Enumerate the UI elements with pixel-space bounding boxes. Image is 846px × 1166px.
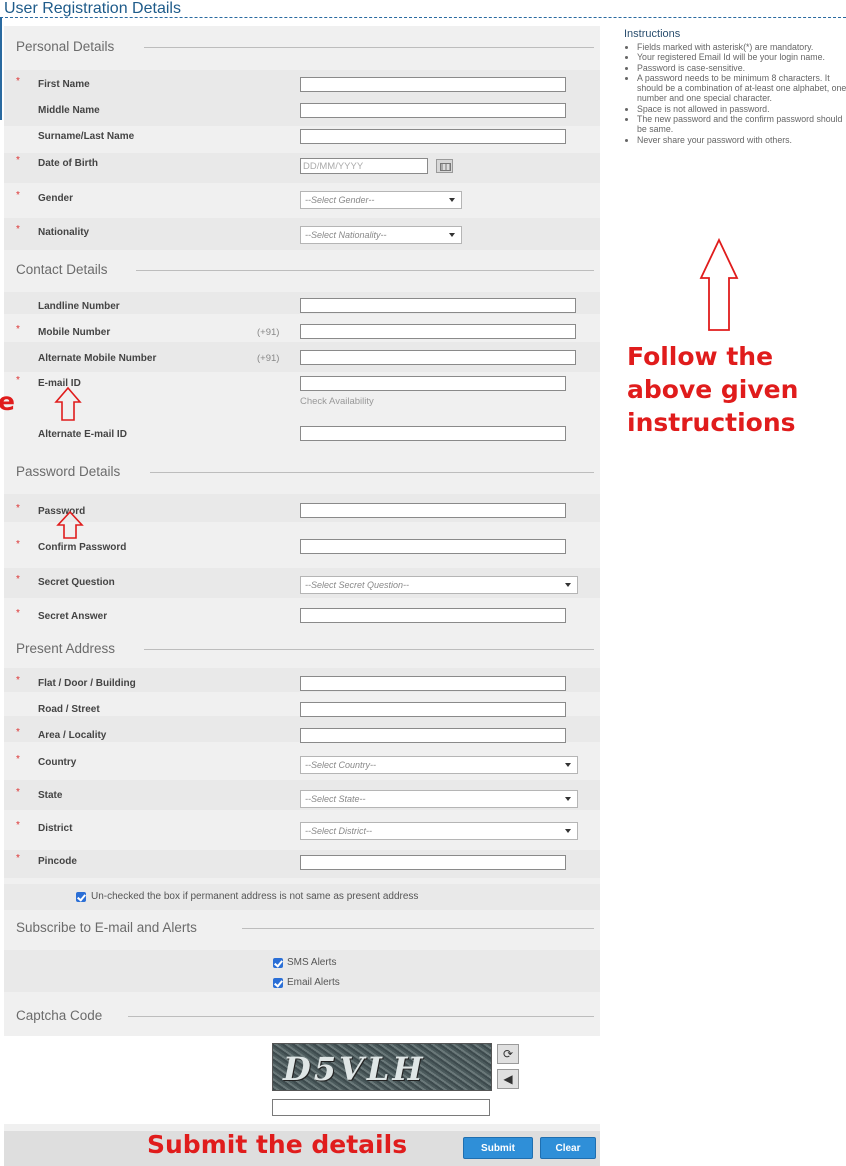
up-arrow-icon <box>54 386 82 421</box>
annotation-line: above given <box>627 375 799 404</box>
annotation-line: instructions <box>627 408 796 437</box>
submit-details-annotation: Submit the details <box>147 1130 408 1159</box>
up-arrow-icon <box>699 237 739 331</box>
annotation-line: Follow the <box>627 342 774 371</box>
follow-instructions-annotation: Follow the above given instructions <box>627 340 798 439</box>
up-arrow-icon <box>56 510 84 539</box>
left-annotation-fragment: e <box>0 387 15 416</box>
annotation-arrows <box>54 237 739 539</box>
